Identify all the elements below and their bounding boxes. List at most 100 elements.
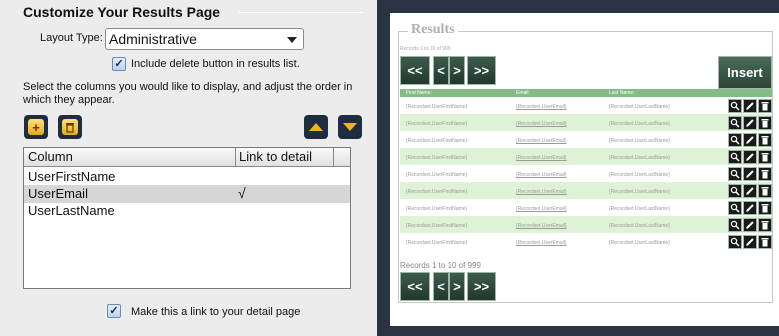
chevron-down-icon (287, 37, 297, 43)
edit-icon[interactable] (743, 99, 757, 113)
edit-icon[interactable] (743, 201, 757, 215)
edit-icon[interactable] (743, 184, 757, 198)
make-link-label: Make this a link to your detail page (131, 306, 301, 318)
header-divider (235, 148, 236, 166)
delete-icon[interactable] (758, 99, 772, 113)
edit-icon[interactable] (743, 218, 757, 232)
delete-icon[interactable] (758, 235, 772, 249)
layout-type-select[interactable]: Administrative (105, 28, 304, 50)
delete-icon[interactable] (758, 167, 772, 181)
next-page-button[interactable]: > (449, 56, 465, 85)
edit-icon[interactable] (743, 116, 757, 130)
column-name: UserLastName (28, 203, 115, 218)
delete-icon[interactable] (758, 133, 772, 147)
link-header[interactable]: Link to detail (239, 149, 312, 164)
email-cell[interactable]: {Recordset.UserEmail} (516, 189, 567, 195)
arrow-up-icon (309, 123, 323, 131)
add-icon: + (28, 119, 44, 135)
next-page-button-bottom[interactable]: > (449, 272, 465, 301)
instructions-text: Select the columns you would like to dis… (23, 81, 353, 106)
first-name-cell: {Recordset.UserFirstName} (406, 189, 468, 195)
trash-icon (62, 119, 78, 135)
preview-page: Results Records 1 to 10 of 999 << < > >>… (390, 13, 779, 326)
prev-page-button[interactable]: < (433, 56, 449, 85)
view-icon[interactable] (728, 201, 742, 215)
insert-button[interactable]: Insert (718, 56, 772, 89)
edit-icon[interactable] (743, 235, 757, 249)
first-name-cell: {Recordset.UserFirstName} (406, 240, 468, 246)
header-first-name: First Name: (406, 90, 432, 96)
include-delete-checkbox[interactable]: ✓ (112, 57, 126, 71)
last-page-button-bottom[interactable]: >> (467, 272, 496, 301)
view-icon[interactable] (728, 150, 742, 164)
last-name-cell: {Recordset.UserLastName} (609, 155, 670, 161)
move-up-button[interactable] (304, 115, 328, 139)
section-divider (238, 12, 363, 13)
first-page-button-bottom[interactable]: << (400, 272, 430, 301)
delete-icon[interactable] (758, 184, 772, 198)
column-header[interactable]: Column (28, 149, 73, 164)
remove-column-button[interactable] (58, 115, 82, 139)
view-icon[interactable] (728, 167, 742, 181)
move-down-button[interactable] (338, 115, 362, 139)
view-icon[interactable] (728, 184, 742, 198)
row-actions (728, 99, 772, 113)
row-actions (728, 184, 772, 198)
last-name-cell: {Recordset.UserLastName} (609, 104, 670, 110)
view-icon[interactable] (728, 218, 742, 232)
make-link-checkbox[interactable]: ✓ (107, 304, 121, 318)
last-name-cell: {Recordset.UserLastName} (609, 172, 670, 178)
email-cell[interactable]: {Recordset.UserEmail} (516, 121, 567, 127)
last-name-cell: {Recordset.UserLastName} (609, 223, 670, 229)
edit-icon[interactable] (743, 133, 757, 147)
email-cell[interactable]: {Recordset.UserEmail} (516, 223, 567, 229)
column-name: UserFirstName (28, 169, 116, 184)
delete-icon[interactable] (758, 150, 772, 164)
settings-panel: Customize Your Results Page Layout Type:… (0, 0, 363, 336)
layout-type-value: Administrative (109, 31, 197, 47)
header-divider (333, 148, 334, 166)
link-mark: √ (238, 185, 246, 201)
first-name-cell: {Recordset.UserFirstName} (406, 172, 468, 178)
layout-type-label: Layout Type: (40, 32, 103, 44)
view-icon[interactable] (728, 116, 742, 130)
table-header: First Name: Email: Last Name: (400, 89, 772, 97)
row-actions (728, 218, 772, 232)
row-actions (728, 150, 772, 164)
delete-icon[interactable] (758, 116, 772, 130)
email-cell[interactable]: {Recordset.UserEmail} (516, 206, 567, 212)
first-name-cell: {Recordset.UserFirstName} (406, 223, 468, 229)
view-icon[interactable] (728, 133, 742, 147)
last-name-cell: {Recordset.UserLastName} (609, 121, 670, 127)
email-cell[interactable]: {Recordset.UserEmail} (516, 155, 567, 161)
grid-row[interactable]: UserFirstName (24, 168, 350, 186)
email-cell[interactable]: {Recordset.UserEmail} (516, 172, 567, 178)
email-cell[interactable]: {Recordset.UserEmail} (516, 138, 567, 144)
first-page-button[interactable]: << (400, 56, 430, 85)
email-cell[interactable]: {Recordset.UserEmail} (516, 104, 567, 110)
grid-row[interactable]: UserLastName (24, 202, 350, 220)
delete-icon[interactable] (758, 218, 772, 232)
row-actions (728, 167, 772, 181)
records-count-top: Records 1 to 10 of 999 (400, 46, 451, 52)
row-actions (728, 116, 772, 130)
row-actions (728, 201, 772, 215)
last-name-cell: {Recordset.UserLastName} (609, 138, 670, 144)
delete-icon[interactable] (758, 201, 772, 215)
arrow-down-icon (343, 123, 357, 131)
preview-pane: Results Records 1 to 10 of 999 << < > >>… (377, 0, 779, 336)
edit-icon[interactable] (743, 167, 757, 181)
grid-row[interactable]: UserEmail √ (24, 185, 350, 203)
view-icon[interactable] (728, 99, 742, 113)
email-cell[interactable]: {Recordset.UserEmail} (516, 240, 567, 246)
add-column-button[interactable]: + (24, 115, 48, 139)
row-actions (728, 133, 772, 147)
last-page-button[interactable]: >> (467, 56, 496, 85)
view-icon[interactable] (728, 235, 742, 249)
first-name-cell: {Recordset.UserFirstName} (406, 206, 468, 212)
row-actions (728, 235, 772, 249)
last-name-cell: {Recordset.UserLastName} (609, 189, 670, 195)
prev-page-button-bottom[interactable]: < (433, 272, 449, 301)
results-title: Results (408, 22, 458, 38)
edit-icon[interactable] (743, 150, 757, 164)
